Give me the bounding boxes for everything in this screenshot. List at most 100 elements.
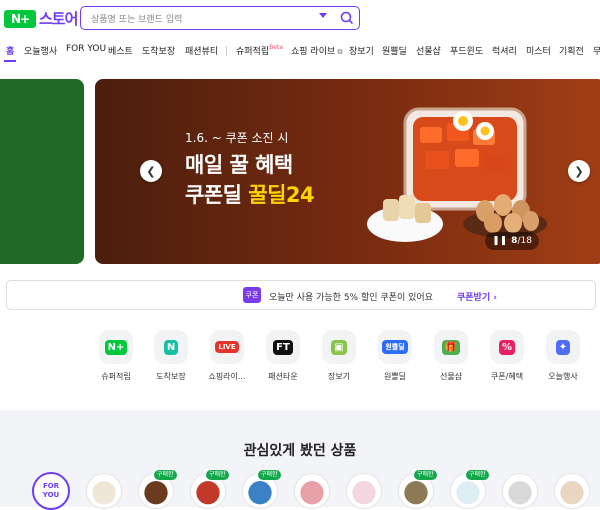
nav-item-cutoff[interactable]: 무 — [593, 44, 600, 57]
section-title: 관심있게 봤던 상품 — [243, 443, 357, 459]
external-link-icon: ⧉ — [335, 48, 343, 56]
carousel-pager[interactable]: ❚❚ 8/18 — [485, 232, 539, 250]
category-label: 오늘행사 — [548, 372, 578, 381]
category-glyph: N+ — [104, 339, 128, 355]
main-nav: 홈 오늘행사 FOR YOU 베스트 도착보장 패션뷰티 슈퍼적립Beta 쇼핑… — [0, 38, 600, 64]
nav-item-fashion-beauty[interactable]: 패션뷰티 — [185, 44, 218, 57]
category-delivery-guarantee[interactable]: N 도착보장 — [143, 330, 199, 382]
search-icon[interactable] — [339, 10, 355, 26]
category-today-event[interactable]: ✦ 오늘행사 — [535, 330, 591, 382]
category-glyph: LIVE — [215, 341, 239, 353]
hero-subtitle: 1.6. ~ 쿠폰 소진 시 — [185, 131, 289, 145]
hero-headline-2: 쿠폰딜 꿀딜24 — [185, 179, 315, 209]
chevron-right-icon: ❯ — [574, 164, 584, 178]
coupon-benefit-icon: % — [490, 330, 524, 364]
category-glyph: N — [163, 339, 179, 355]
coupon-banner[interactable]: 쿠폰 오늘만 사용 가능한 5% 할인 쿠폰이 있어요 쿠폰받기 › — [6, 280, 596, 310]
purchased-badge: 구매한 — [414, 470, 437, 480]
search-input[interactable]: 상품명 또는 브랜드 입력 — [80, 6, 360, 30]
nav-item-home[interactable]: 홈 — [6, 44, 14, 57]
fashion-town-icon: FT — [266, 330, 300, 364]
category-fashion-town[interactable]: FT 패션타운 — [255, 330, 311, 382]
one-plus-deal-icon: 원쁠딜 — [378, 330, 412, 364]
nav-item-grocery[interactable]: 장보기 — [349, 44, 374, 57]
category-label: 쇼핑라이... — [208, 372, 246, 381]
carousel-prev-button[interactable]: ❮ — [140, 160, 162, 182]
hero-headline-1: 매일 꿀 혜택 — [185, 153, 293, 177]
recent-product-thumb[interactable] — [86, 473, 122, 509]
search-dropdown-icon[interactable] — [319, 13, 327, 18]
grocery-icon: ▣ — [322, 330, 356, 364]
recent-product-thumb[interactable] — [346, 473, 382, 509]
super-point-icon: N+ — [99, 330, 133, 364]
nav-item-best[interactable]: 베스트 — [108, 44, 133, 57]
category-one-plus-deal[interactable]: 원쁠딜 원쁠딜 — [367, 330, 423, 382]
coupon-text: 오늘만 사용 가능한 5% 할인 쿠폰이 있어요 — [269, 293, 433, 303]
category-super-point[interactable]: N+ 슈퍼적립 — [88, 330, 144, 382]
nav-item-super-point[interactable]: 슈퍼적립Beta — [236, 44, 283, 57]
header: N+ 스토어 상품명 또는 브랜드 입력 — [0, 0, 600, 36]
category-glyph: 🎁 — [441, 339, 461, 355]
nav-item-super-point-label: 슈퍼적립 — [236, 47, 270, 57]
for-you-line2: YOU — [42, 491, 60, 499]
category-label: 도착보장 — [156, 372, 186, 381]
today-event-icon: ✦ — [546, 330, 580, 364]
category-coupon-benefit[interactable]: % 쿠폰/혜택 — [479, 330, 535, 382]
nav-active-underline — [4, 60, 16, 62]
get-coupon-button[interactable]: 쿠폰받기 › — [457, 290, 497, 303]
category-grocery[interactable]: ▣ 장보기 — [311, 330, 367, 382]
category-live[interactable]: LIVE 쇼핑라이... — [199, 330, 255, 382]
hero-highlight: 꿀딜24 — [248, 183, 315, 207]
chevron-left-icon: ❮ — [146, 164, 156, 178]
search-placeholder: 상품명 또는 브랜드 입력 — [91, 15, 183, 25]
nav-divider — [226, 46, 227, 56]
page-total: /18 — [517, 236, 532, 246]
purchased-badge: 구매한 — [154, 470, 177, 480]
recent-product-thumb[interactable] — [554, 473, 590, 509]
category-glyph: ✦ — [555, 339, 571, 355]
previous-banner-peek[interactable] — [0, 79, 84, 264]
pause-icon[interactable]: ❚❚ — [492, 236, 507, 246]
nav-item-one-plus[interactable]: 원쁠딜 — [382, 44, 407, 57]
category-glyph: ▣ — [331, 339, 347, 355]
purchased-badge: 구매한 — [258, 470, 281, 480]
nav-item-gift[interactable]: 선물샵 — [416, 44, 441, 57]
category-gift[interactable]: 🎁 선물샵 — [423, 330, 479, 382]
recent-product-thumb[interactable] — [294, 473, 330, 509]
for-you-line1: FOR — [42, 482, 60, 490]
nav-item-mister[interactable]: 미스터 — [526, 44, 551, 57]
beta-badge: Beta — [269, 44, 283, 51]
category-label: 패션타운 — [268, 372, 298, 381]
logo-text: 스토어 — [39, 10, 78, 28]
naver-plus-store-logo[interactable]: N+ 스토어 — [4, 8, 78, 29]
nav-item-delivery[interactable]: 도착보장 — [142, 44, 175, 57]
purchased-badge: 구매한 — [206, 470, 229, 480]
for-you-button[interactable]: FOR YOU — [32, 472, 70, 510]
nav-item-food-window[interactable]: 푸드윈도 — [450, 44, 483, 57]
nav-item-exhibition[interactable]: 기획전 — [559, 44, 584, 57]
purchased-badge: 구매한 — [466, 470, 489, 480]
category-label: 장보기 — [327, 372, 351, 381]
live-icon: LIVE — [210, 330, 244, 364]
hero-banner[interactable]: 1.6. ~ 쿠폰 소진 시 매일 꿀 혜택 쿠폰딜 꿀딜24 ❚❚ 8/18 — [95, 79, 600, 264]
category-label: 쿠폰/혜택 — [490, 372, 524, 381]
category-glyph: % — [498, 339, 516, 355]
nav-item-luxury[interactable]: 럭셔리 — [492, 44, 517, 57]
nav-item-shopping-live[interactable]: 쇼핑 라이브 ⧉ — [291, 44, 343, 57]
nav-item-shopping-live-label: 쇼핑 라이브 — [291, 47, 336, 57]
nav-item-for-you[interactable]: FOR YOU — [66, 44, 106, 54]
category-label: 선물샵 — [439, 372, 463, 381]
hero-headline-2-prefix: 쿠폰딜 — [185, 183, 249, 207]
delivery-guarantee-icon: N — [154, 330, 188, 364]
nav-item-today-event[interactable]: 오늘행사 — [24, 44, 57, 57]
category-label: 슈퍼적립 — [101, 372, 131, 381]
recently-viewed-section: 관심있게 봤던 상품 FOR YOU 구매한 구매한 구매한 구매한 구매한 — [0, 410, 600, 510]
carousel-next-button[interactable]: ❯ — [568, 160, 590, 182]
recent-product-thumb[interactable] — [502, 473, 538, 509]
logo-mark: N+ — [4, 9, 36, 28]
chevron-right-icon: › — [493, 293, 497, 303]
category-glyph: FT — [273, 339, 293, 355]
category-shortcuts: N+ 슈퍼적립 N 도착보장 LIVE 쇼핑라이... FT 패션타운 ▣ 장보기 원쁠딜 원쁠딜 🎁 선… — [0, 330, 600, 390]
coupon-icon: 쿠폰 — [243, 287, 261, 303]
gift-icon: 🎁 — [434, 330, 468, 364]
